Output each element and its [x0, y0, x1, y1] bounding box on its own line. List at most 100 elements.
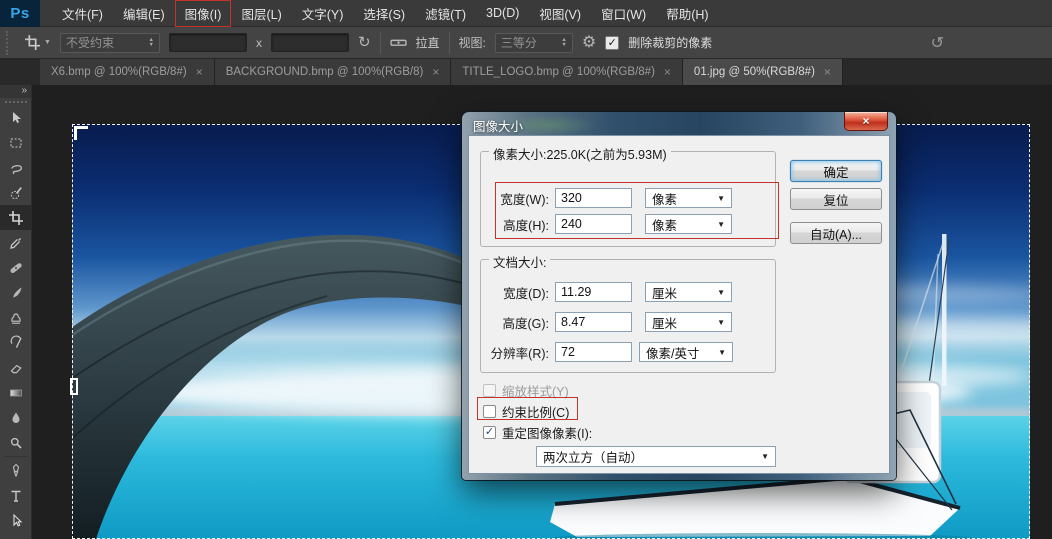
doc-width-unit-select[interactable]: 厘米▼: [645, 282, 732, 302]
panel-collapse-icon[interactable]: »: [0, 85, 31, 98]
width-pixels-row: 宽度(W): 像素▼: [485, 187, 785, 209]
resample-method-select[interactable]: 两次立方（自动）▼: [536, 446, 776, 467]
menu-layer[interactable]: 图层(L): [231, 0, 291, 27]
resolution-input[interactable]: [555, 342, 632, 362]
marquee-tool[interactable]: [0, 130, 32, 155]
menu-select[interactable]: 选择(S): [353, 0, 415, 27]
menu-view[interactable]: 视图(V): [529, 0, 591, 27]
doc-height-row: 高度(G): 厘米▼: [485, 311, 785, 333]
eraser-icon: [8, 360, 24, 376]
menu-bar: Ps 文件(F) 编辑(E) 图像(I) 图层(L) 文字(Y) 选择(S) 滤…: [0, 0, 1052, 27]
menu-file[interactable]: 文件(F): [52, 0, 113, 27]
straighten-button[interactable]: 拉直: [416, 34, 440, 51]
panel-grip: [5, 101, 27, 103]
tab-title-logo[interactable]: TITLE_LOGO.bmp @ 100%(RGB/8#) ×: [451, 59, 683, 85]
lasso-tool[interactable]: [0, 155, 32, 180]
photoshop-window: Ps 文件(F) 编辑(E) 图像(I) 图层(L) 文字(Y) 选择(S) 滤…: [0, 0, 1052, 539]
overlay-view-select[interactable]: 三等分 ▲▼: [495, 33, 573, 53]
tab-01-jpg[interactable]: 01.jpg @ 50%(RGB/8#) ×: [683, 59, 843, 85]
pixel-size-label: 像素大小:225.0K(之前为5.93M): [489, 144, 671, 163]
type-tool[interactable]: [0, 483, 32, 508]
straighten-icon[interactable]: [390, 34, 407, 51]
constrain-proportions-row: 约束比例(C): [483, 402, 569, 420]
dodge-tool[interactable]: [0, 430, 32, 455]
crop-dimension-separator: x: [256, 36, 262, 50]
doc-width-row: 宽度(D): 厘米▼: [485, 281, 785, 303]
close-icon: ×: [862, 114, 869, 128]
height-unit-select[interactable]: 像素▼: [645, 214, 732, 234]
reset-button[interactable]: 复位: [790, 188, 882, 210]
gear-icon[interactable]: ⚙: [582, 35, 596, 51]
rotate-crop-icon[interactable]: ↻: [358, 35, 371, 50]
move-tool[interactable]: [0, 105, 32, 130]
scale-styles-checkbox[interactable]: [483, 384, 496, 397]
scale-styles-row: 缩放样式(Y): [483, 381, 569, 399]
separator: [449, 32, 450, 54]
brush-tool[interactable]: [0, 280, 32, 305]
delete-cropped-pixels-checkbox[interactable]: ✓: [605, 36, 619, 50]
close-icon[interactable]: ×: [664, 65, 671, 79]
menu-window[interactable]: 窗口(W): [591, 0, 656, 27]
crop-tool-preset-button[interactable]: ▼: [24, 34, 51, 51]
document-size-label: 文档大小:: [489, 252, 550, 271]
auto-button[interactable]: 自动(A)...: [790, 222, 882, 244]
dialog-close-button[interactable]: ×: [844, 112, 888, 131]
menu-3d[interactable]: 3D(D): [476, 2, 529, 24]
tab-label: 01.jpg @ 50%(RGB/8#): [694, 66, 815, 78]
resample-label: 重定图像像素(I):: [502, 423, 592, 442]
resolution-unit-select[interactable]: 像素/英寸▼: [639, 342, 733, 362]
crop-tool[interactable]: [0, 205, 32, 230]
pen-tool[interactable]: [0, 458, 32, 483]
chevron-down-icon: ▼: [761, 452, 769, 461]
tab-background[interactable]: BACKGROUND.bmp @ 100%(RGB/8) ×: [215, 59, 452, 85]
history-brush-tool[interactable]: [0, 330, 32, 355]
blur-tool[interactable]: [0, 405, 32, 430]
menu-type[interactable]: 文字(Y): [292, 0, 354, 27]
width-pixels-input[interactable]: [555, 188, 632, 208]
eraser-tool[interactable]: [0, 355, 32, 380]
tab-x6[interactable]: X6.bmp @ 100%(RGB/8#) ×: [40, 59, 215, 85]
menu-edit[interactable]: 编辑(E): [113, 0, 175, 27]
tools-panel: »: [0, 85, 32, 539]
eyedropper-tool[interactable]: [0, 230, 32, 255]
lasso-icon: [8, 160, 24, 176]
reset-tool-icon[interactable]: ↺: [931, 33, 944, 53]
quick-selection-tool[interactable]: [0, 180, 32, 205]
doc-height-input[interactable]: [555, 312, 632, 332]
dodge-icon: [8, 435, 24, 451]
height-pixels-input[interactable]: [555, 214, 632, 234]
dialog-body: 像素大小:225.0K(之前为5.93M) 宽度(W): 像素▼ 高度(H): …: [468, 135, 890, 474]
menu-image[interactable]: 图像(I): [175, 0, 232, 27]
close-icon[interactable]: ×: [824, 65, 831, 79]
move-icon: [8, 110, 24, 126]
options-grip: [6, 31, 11, 55]
width-label: 宽度(W):: [485, 189, 549, 208]
crop-height-input[interactable]: [271, 33, 349, 52]
crop-left-handle[interactable]: [70, 378, 78, 395]
crop-corner-handle[interactable]: [74, 126, 88, 140]
menu-filter[interactable]: 滤镜(T): [415, 0, 476, 27]
resolution-label: 分辨率(R):: [479, 343, 549, 362]
constrain-proportions-checkbox[interactable]: [483, 405, 496, 418]
spot-healing-tool[interactable]: [0, 255, 32, 280]
delete-cropped-pixels-label: 删除裁剪的像素: [628, 34, 712, 51]
crop-ratio-select[interactable]: 不受约束 ▲▼: [60, 33, 160, 53]
resample-checkbox[interactable]: ✓: [483, 426, 496, 439]
pen-icon: [8, 463, 24, 479]
gradient-tool[interactable]: [0, 380, 32, 405]
crop-width-input[interactable]: [169, 33, 247, 52]
updown-caret-icon: ▲▼: [148, 38, 153, 48]
width-unit-select[interactable]: 像素▼: [645, 188, 732, 208]
options-bar: ▼ 不受约束 ▲▼ x ↻ 拉直 视图: 三等分 ▲▼ ⚙ ✓ 删除裁剪的像素 …: [0, 27, 1052, 59]
menu-help[interactable]: 帮助(H): [656, 0, 718, 27]
close-icon[interactable]: ×: [196, 65, 203, 79]
path-selection-icon: [8, 513, 24, 529]
ok-button[interactable]: 确定: [790, 160, 882, 182]
crop-icon: [24, 34, 41, 51]
clone-stamp-tool[interactable]: [0, 305, 32, 330]
doc-height-unit-select[interactable]: 厘米▼: [645, 312, 732, 332]
doc-width-input[interactable]: [555, 282, 632, 302]
close-icon[interactable]: ×: [432, 65, 439, 79]
path-selection-tool[interactable]: [0, 508, 32, 533]
divider: [4, 456, 28, 457]
